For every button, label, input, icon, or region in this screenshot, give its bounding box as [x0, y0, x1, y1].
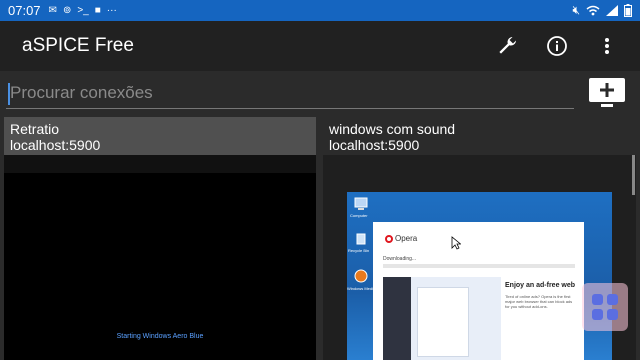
promo-card	[417, 287, 469, 357]
recycle-bin-icon	[356, 233, 366, 245]
promo-body: Tired of online ads? Opera is the first …	[505, 294, 573, 309]
search-row	[0, 71, 640, 117]
preview-caption: Starting Windows Aero Blue	[116, 333, 204, 340]
text-caret	[8, 83, 10, 105]
status-time: 07:07	[8, 3, 41, 18]
status-bar: 07:07 ✉ ⊚ >_ ■ ··· 🔇︎	[0, 0, 640, 21]
opera-logo: Opera	[385, 234, 417, 243]
connection-card-header: Retratio localhost:5900	[4, 117, 316, 155]
promo-sidebar	[383, 277, 411, 360]
battery-icon	[624, 4, 632, 17]
signal-icon	[606, 5, 618, 16]
promo-title: Enjoy an ad-free web	[505, 282, 576, 289]
video-icon: ■	[94, 5, 101, 16]
connection-card[interactable]: Retratio localhost:5900 Starting Windows…	[4, 117, 316, 360]
media-player-icon	[354, 269, 368, 283]
connection-name: windows com sound	[329, 121, 456, 137]
promo-screenshot	[383, 277, 501, 360]
scrollbar[interactable]	[632, 155, 635, 195]
connection-preview[interactable]: Computer Recycle Bin Windows Media Opera…	[347, 192, 612, 360]
connection-name: Retratio	[10, 121, 60, 137]
connection-address: localhost:5900	[10, 137, 101, 153]
connection-card-header: windows com sound localhost:5900	[323, 117, 636, 155]
mouse-cursor-icon	[451, 236, 461, 250]
floating-apps-button[interactable]	[582, 283, 628, 331]
opera-name: Opera	[395, 234, 418, 243]
wifi-icon	[586, 5, 600, 16]
download-progress-bar	[383, 264, 575, 268]
search-input[interactable]	[6, 77, 574, 109]
notification-icons: ✉ ⊚ >_ ■ ···	[49, 5, 117, 16]
desktop-icon-label: Recycle Bin	[348, 248, 370, 253]
add-connection-button[interactable]	[586, 75, 628, 111]
sms-icon: ✉	[48, 5, 57, 16]
add-screen-icon	[589, 78, 625, 107]
desktop-icon-label: Windows Media	[347, 286, 376, 291]
desktop-icon-label: Computer	[350, 213, 368, 218]
connection-preview[interactable]: Starting Windows Aero Blue	[4, 173, 316, 360]
opera-installer-window: Opera Downloading... Enjoy an ad-free we…	[373, 222, 584, 360]
connection-address: localhost:5900	[329, 137, 420, 153]
overflow-menu-icon[interactable]	[594, 33, 620, 59]
voicemail-icon: ⊚	[62, 5, 72, 16]
apps-grid-icon	[592, 294, 618, 320]
opera-o-icon	[385, 234, 393, 243]
more-icon: ···	[106, 5, 117, 16]
wrench-icon[interactable]	[494, 33, 520, 59]
app-title: aSPICE Free	[22, 35, 134, 56]
info-icon[interactable]	[544, 33, 570, 59]
download-status: Downloading...	[383, 256, 417, 262]
preview-strip	[4, 155, 316, 173]
computer-icon	[354, 197, 368, 210]
app-bar: aSPICE Free	[0, 21, 640, 71]
system-icons: 🔇︎	[572, 3, 632, 18]
terminal-icon: >_	[77, 5, 89, 16]
mute-icon: 🔇︎	[572, 3, 580, 17]
